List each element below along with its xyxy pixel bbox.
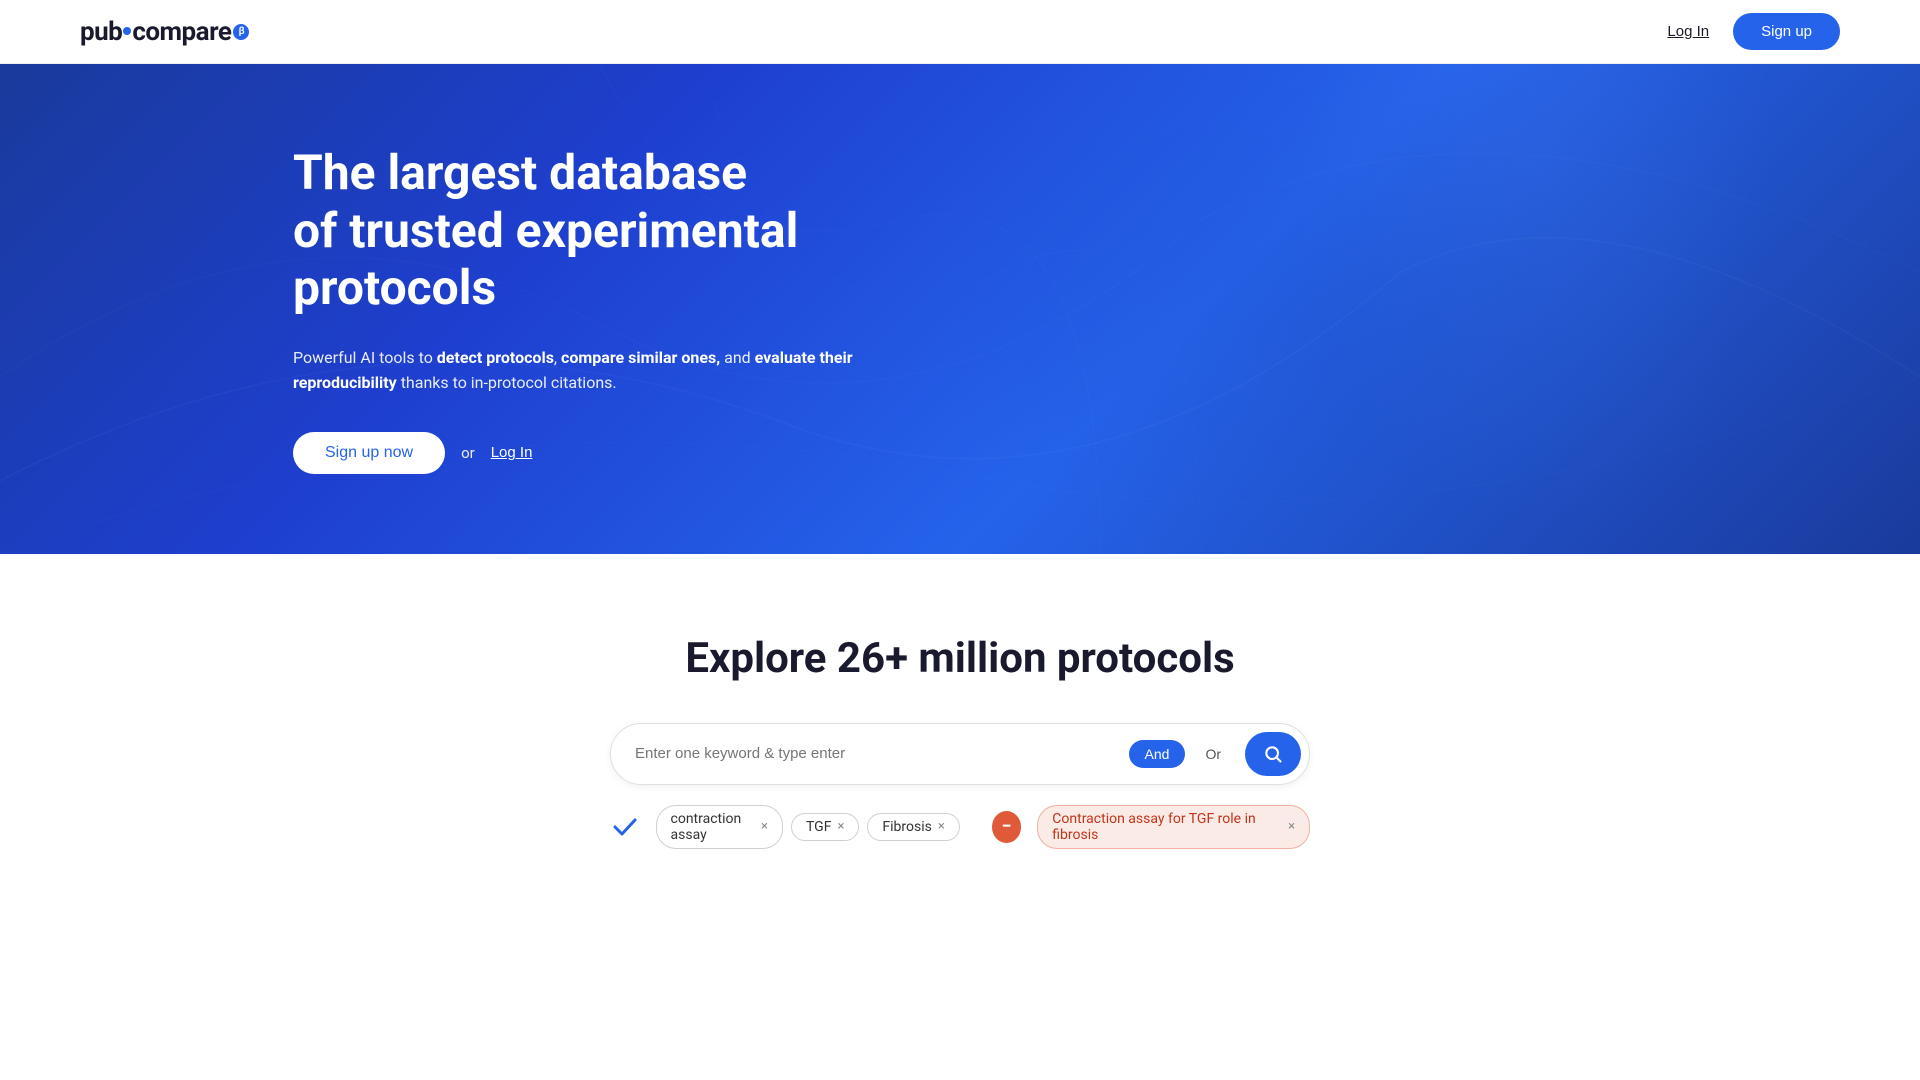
hero-subtitle-prefix: Powerful AI tools to: [293, 348, 437, 367]
exclude-tags-group: Contraction assay for TGF role in fibros…: [1037, 805, 1310, 849]
hero-actions: Sign up now or Log In: [293, 432, 893, 474]
search-box: And Or: [610, 723, 1310, 785]
logo-beta-badge: β: [233, 24, 249, 40]
tag-exclude-contraction-tgf[interactable]: Contraction assay for TGF role in fibros…: [1037, 805, 1310, 849]
navbar: pub compareβ Log In Sign up: [0, 0, 1920, 64]
operator-or-button[interactable]: Or: [1189, 740, 1237, 768]
exclude-minus-icon: −: [992, 811, 1022, 843]
tags-row: contraction assay × TGF × Fibrosis × − C…: [610, 805, 1310, 849]
hero-signup-now-button[interactable]: Sign up now: [293, 432, 445, 474]
nav-signup-button[interactable]: Sign up: [1733, 13, 1840, 50]
explore-section: Explore 26+ million protocols And Or: [0, 554, 1920, 909]
hero-subtitle-sep1: ,: [554, 348, 561, 367]
tag-contraction-assay-remove[interactable]: ×: [761, 819, 768, 834]
hero-title-line2: of trusted experimental protocols: [293, 202, 798, 317]
hero-section: The largest database of trusted experime…: [0, 64, 1920, 554]
operator-and-button[interactable]: And: [1129, 740, 1186, 768]
tag-contraction-assay[interactable]: contraction assay ×: [656, 805, 784, 849]
nav-login-button[interactable]: Log In: [1667, 23, 1709, 40]
hero-subtitle-bold2: compare similar ones,: [561, 348, 720, 367]
tag-fibrosis-remove[interactable]: ×: [938, 819, 945, 834]
hero-title: The largest database of trusted experime…: [293, 144, 893, 317]
tag-tgf[interactable]: TGF ×: [791, 813, 859, 841]
logo-dot-icon: [123, 27, 131, 35]
search-icon: [1263, 744, 1283, 764]
explore-title: Explore 26+ million protocols: [685, 634, 1234, 683]
nav-right: Log In Sign up: [1667, 13, 1840, 50]
hero-or-text: or: [461, 444, 475, 462]
hero-subtitle-middle: and: [720, 348, 755, 367]
include-tags-group: contraction assay × TGF × Fibrosis ×: [656, 805, 960, 849]
hero-subtitle-bold1: detect protocols: [437, 348, 554, 367]
tag-tgf-remove[interactable]: ×: [837, 819, 844, 834]
hero-decorative-lines: [0, 64, 1920, 554]
tag-exclude-remove[interactable]: ×: [1288, 819, 1295, 834]
hero-content: The largest database of trusted experime…: [293, 144, 893, 474]
logo-compare-text: compare: [132, 17, 231, 47]
hero-title-line1: The largest database: [293, 144, 747, 201]
hero-subtitle: Powerful AI tools to detect protocols, c…: [293, 345, 893, 396]
search-submit-button[interactable]: [1245, 732, 1301, 776]
hero-login-link[interactable]: Log In: [491, 444, 533, 461]
logo-pub-text: pub: [80, 17, 122, 47]
tag-fibrosis[interactable]: Fibrosis ×: [867, 813, 959, 841]
logo: pub compareβ: [80, 17, 249, 47]
include-check-icon: [610, 811, 640, 843]
hero-subtitle-suffix: thanks to in-protocol citations.: [397, 373, 617, 392]
search-input[interactable]: [635, 745, 1129, 762]
search-operators: And Or: [1129, 740, 1237, 768]
search-container: And Or contraction assay ×: [610, 723, 1310, 849]
